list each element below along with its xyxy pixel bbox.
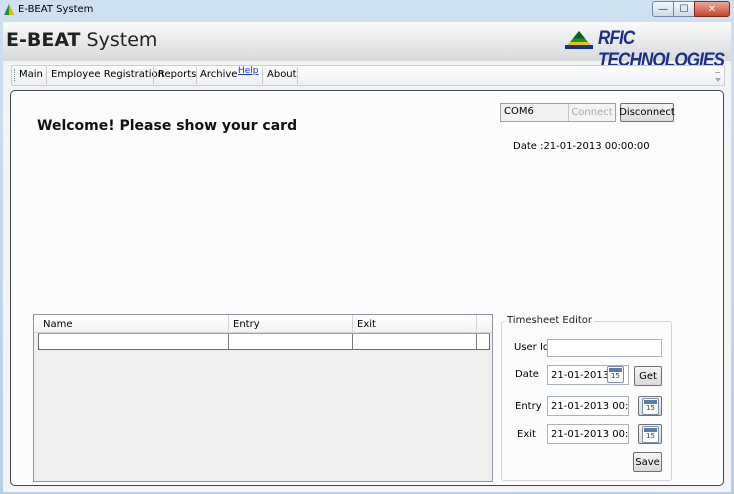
menu-separator	[46, 67, 47, 84]
entry-label: Entry	[515, 401, 542, 412]
calendar-icon: 15	[642, 426, 659, 443]
app-title: E-BEAT System	[6, 29, 157, 51]
exit-label: Exit	[517, 429, 536, 440]
title-bar[interactable]	[0, 0, 734, 21]
menu-separator	[153, 67, 154, 84]
calendar-day: 15	[646, 404, 655, 412]
company-logo-icon	[565, 31, 593, 49]
menu-main[interactable]: Main	[19, 69, 43, 80]
save-button[interactable]: Save	[633, 452, 662, 472]
port-select-value: COM6	[504, 106, 534, 117]
current-date-label: Date :21-01-2013 00:00:00	[513, 141, 650, 152]
welcome-message: Welcome! Please show your card	[37, 118, 298, 134]
disconnect-button[interactable]: Disconnect	[619, 103, 675, 122]
menu-help-link[interactable]: Help	[238, 66, 259, 76]
column-divider[interactable]	[476, 315, 477, 333]
entry-datetime-input[interactable]: 21-01-2013 00:00	[547, 396, 629, 416]
app-icon	[4, 4, 14, 15]
menu-archive[interactable]: Archive	[200, 69, 237, 80]
cell-divider	[352, 334, 353, 349]
calendar-icon: 15	[642, 398, 659, 415]
timesheet-editor-title: Timesheet Editor	[505, 315, 595, 326]
close-button[interactable]: ✕	[694, 1, 730, 17]
get-button[interactable]: Get	[634, 366, 662, 386]
menu-grip[interactable]	[14, 69, 17, 81]
maximize-button[interactable]: ☐	[673, 1, 695, 17]
date-label: Date	[515, 369, 539, 380]
calendar-icon[interactable]: 15	[607, 366, 624, 383]
cell-divider	[228, 334, 229, 349]
menu-separator	[196, 67, 197, 84]
connect-button[interactable]: Connect	[568, 104, 615, 121]
userid-label: User Id	[514, 342, 550, 353]
window-title: E-BEAT System	[18, 4, 94, 15]
userid-input[interactable]	[547, 339, 662, 357]
column-header-exit[interactable]: Exit	[357, 319, 376, 330]
table-row[interactable]	[38, 333, 490, 350]
grid-header	[34, 315, 492, 333]
minimize-button[interactable]: —	[652, 1, 674, 17]
column-divider[interactable]	[228, 315, 229, 333]
calendar-day: 15	[646, 432, 655, 440]
app-title-rest: System	[80, 29, 158, 51]
overflow-chevron-icon[interactable]	[714, 71, 722, 84]
app-title-bold: E-BEAT	[6, 29, 81, 51]
menu-separator	[297, 67, 298, 84]
menu-separator	[262, 67, 263, 84]
exit-datetime-input[interactable]: 21-01-2013 00:00	[547, 424, 629, 444]
column-header-name[interactable]: Name	[43, 319, 73, 330]
column-divider[interactable]	[352, 315, 353, 333]
menu-about[interactable]: About	[267, 69, 297, 80]
calendar-day: 15	[611, 372, 620, 380]
column-header-entry[interactable]: Entry	[233, 319, 260, 330]
menu-reports[interactable]: Reports	[158, 69, 196, 80]
cell-divider	[476, 334, 477, 349]
menu-employee-registration[interactable]: Employee Registration	[51, 69, 164, 80]
